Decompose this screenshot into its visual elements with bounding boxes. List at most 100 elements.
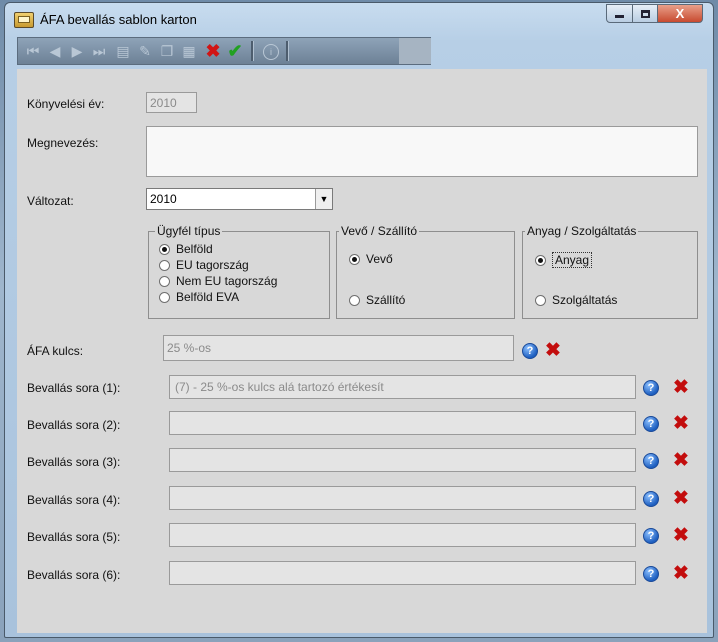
bevallas-sora-label: Bevallás sora (6): [27,568,121,582]
ugyfel-tipus-title: Ügyfél típus [155,224,223,238]
radio-nem-eu-tagorszag[interactable]: Nem EU tagország [159,274,277,288]
prev-record-button[interactable]: ◀ [46,42,64,60]
bevallas-sora-label: Bevallás sora (3): [27,455,121,469]
new-record-button[interactable]: ▤ [114,42,132,60]
bevallas-sora-label: Bevallás sora (1): [27,381,121,395]
form-window: ÁFA bevallás sablon karton X ⏮ ◀ ▶ ⏭ ▤ ✎… [4,2,714,638]
paste-record-button[interactable]: ▦ [180,42,198,60]
info-button[interactable]: i [263,44,279,60]
delete-icon[interactable]: ✖ [673,378,689,397]
bevallas-sora-field[interactable] [169,486,636,510]
radio-label: Belföld EVA [176,290,240,304]
radio-belfold-eva[interactable]: Belföld EVA [159,290,239,304]
bevallas-sora-label: Bevallás sora (2): [27,418,121,432]
megnevezes-field[interactable] [146,126,698,177]
delete-icon[interactable]: ✖ [673,526,689,545]
radio-label: Anyag [552,252,593,268]
anyag-szolgaltatas-title: Anyag / Szolgáltatás [525,224,639,238]
next-record-button[interactable]: ▶ [68,42,86,60]
radio-selected-icon [349,253,360,265]
edit-record-icon: ✎ [139,42,151,59]
save-button[interactable]: ✔ [226,41,244,61]
radio-unselected-icon [159,291,170,303]
radio-anyag[interactable]: Anyag [535,252,593,268]
form-client-area: Könyvelési év: 2010 Megnevezés: Változat… [17,69,707,633]
minimize-button[interactable] [606,4,633,23]
ugyfel-tipus-group: Ügyfél típus Belföld EU tagország Nem EU… [148,224,330,319]
radio-selected-icon [535,254,546,266]
bevallas-sora-field[interactable] [169,523,636,547]
bevallas-sora-field[interactable] [169,448,636,472]
copy-record-button[interactable]: ❐ [158,42,176,60]
first-icon: ⏮ [26,42,40,59]
title-bar[interactable]: ÁFA bevallás sablon karton X [5,3,713,33]
edit-record-button[interactable]: ✎ [136,42,154,60]
anyag-szolgaltatas-group: Anyag / Szolgáltatás Anyag Szolgáltatás [522,224,698,319]
radio-unselected-icon [535,294,546,306]
radio-eu-tagorszag[interactable]: EU tagország [159,258,249,272]
vevo-szallito-title: Vevő / Szállító [339,224,420,238]
help-icon[interactable]: ? [643,566,659,582]
afa-kulcs-label: ÁFA kulcs: [27,344,84,358]
radio-label: Szállító [366,293,406,307]
help-icon[interactable]: ? [522,343,538,359]
afa-kulcs-field[interactable]: 25 %-os [163,335,514,361]
radio-label: Belföld [176,242,213,256]
next-icon: ▶ [71,42,83,59]
first-record-button[interactable]: ⏮ [24,42,42,60]
minimize-icon [615,15,624,18]
help-icon[interactable]: ? [643,491,659,507]
toolbar-separator [286,41,289,61]
valtozat-value: 2010 [150,192,177,206]
radio-szolgaltatas[interactable]: Szolgáltatás [535,293,617,307]
new-record-icon: ▤ [116,42,130,59]
chevron-down-icon[interactable]: ▼ [315,189,332,209]
delete-icon[interactable]: ✖ [673,414,689,433]
radio-unselected-icon [349,294,360,306]
close-icon: X [675,6,685,21]
delete-icon[interactable]: ✖ [673,564,689,583]
last-record-button[interactable]: ⏭ [90,42,108,60]
radio-label: Nem EU tagország [176,274,278,288]
prev-icon: ◀ [49,42,61,59]
konyvelesi-ev-label: Könyvelési év: [27,97,105,111]
help-icon[interactable]: ? [643,416,659,432]
bevallas-sora-value: (7) - 25 %-os kulcs alá tartozó értékesí… [175,380,384,394]
konyvelesi-ev-value: 2010 [150,96,177,110]
vevo-szallito-group: Vevő / Szállító Vevő Szállító [336,224,515,319]
delete-icon[interactable]: ✖ [673,489,689,508]
valtozat-select[interactable]: 2010 ▼ [146,188,333,210]
toolbar: ⏮ ◀ ▶ ⏭ ▤ ✎ ❐ ▦ ✖ ✔ i [17,37,431,65]
bevallas-sora-field[interactable] [169,411,636,435]
konyvelesi-ev-field[interactable]: 2010 [146,92,197,113]
cancel-icon: ✖ [205,40,221,61]
cancel-button[interactable]: ✖ [204,40,222,61]
radio-label: Szolgáltatás [552,293,618,307]
maximize-button[interactable] [632,4,658,23]
paste-record-icon: ▦ [182,42,196,59]
toolbar-separator [251,41,254,61]
megnevezes-label: Megnevezés: [27,136,99,150]
radio-vevo[interactable]: Vevő [349,252,393,266]
help-icon[interactable]: ? [643,380,659,396]
info-icon: i [270,47,272,57]
radio-szallito[interactable]: Szállító [349,293,405,307]
maximize-icon [640,9,650,18]
radio-unselected-icon [159,259,170,271]
radio-selected-icon [159,243,170,255]
bevallas-sora-field[interactable] [169,561,636,585]
help-icon[interactable]: ? [643,528,659,544]
radio-unselected-icon [159,275,170,287]
delete-icon[interactable]: ✖ [673,451,689,470]
delete-icon[interactable]: ✖ [545,341,561,360]
app-icon [14,12,34,28]
help-icon[interactable]: ? [643,453,659,469]
afa-kulcs-value: 25 %-os [167,341,212,355]
bevallas-sora-label: Bevallás sora (4): [27,493,121,507]
radio-belfold[interactable]: Belföld [159,242,213,256]
close-button[interactable]: X [657,4,703,23]
bevallas-sora-field[interactable]: (7) - 25 %-os kulcs alá tartozó értékesí… [169,375,636,399]
toolbar-spacer [399,38,431,64]
copy-record-icon: ❐ [160,42,174,59]
radio-label: EU tagország [176,258,249,272]
